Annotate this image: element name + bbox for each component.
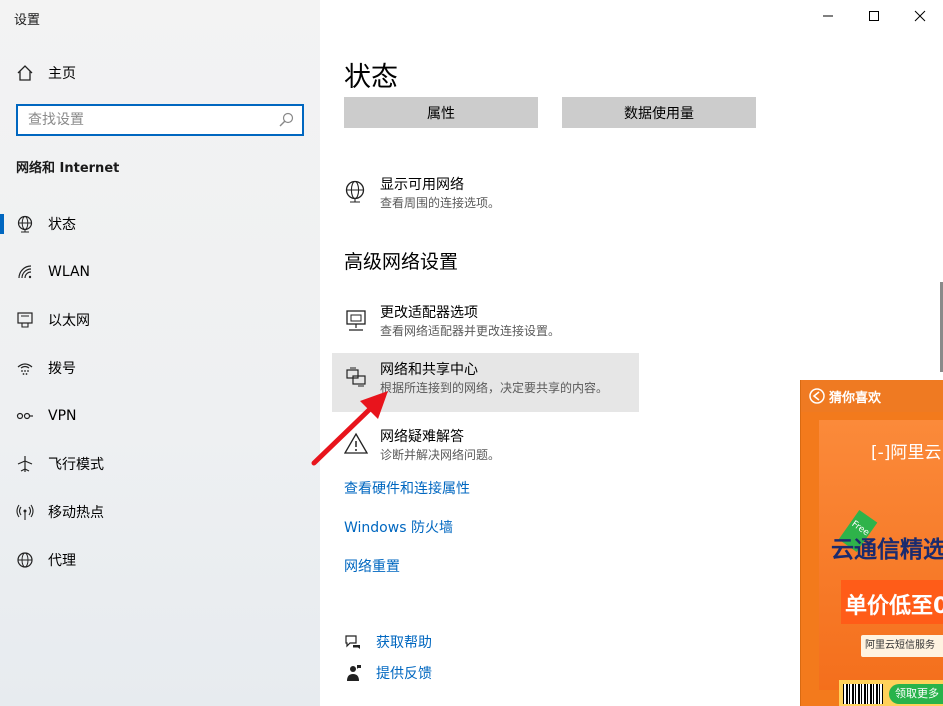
sidebar-nav: 状态 WLAN 以太网 拨号 VPN 飞行模式 移动热点 代理	[0, 200, 320, 584]
globe-network-icon	[345, 180, 365, 203]
red-arrow-annotation	[311, 391, 388, 466]
home-icon	[17, 65, 33, 81]
show-networks-item[interactable]: 显示可用网络 查看周围的连接选项。	[332, 168, 512, 220]
adapter-options-item[interactable]: 更改适配器选项 查看网络适配器并更改连接设置。	[332, 296, 572, 348]
troubleshoot-desc: 诊断并解决网络问题。	[380, 448, 501, 462]
ad-small-text: 阿里云短信服务	[861, 635, 943, 657]
app-title: 设置	[14, 13, 41, 28]
minimize-icon	[823, 15, 833, 17]
sidebar-item-label: 以太网	[48, 313, 90, 329]
wifi-icon	[18, 265, 32, 279]
sidebar-item-airplane-mode[interactable]: 飞行模式	[0, 440, 320, 488]
sidebar-item-label: 代理	[48, 553, 76, 569]
section-title: 网络和 Internet	[16, 161, 120, 176]
firewall-link[interactable]: Windows 防火墙	[344, 517, 453, 537]
close-icon	[914, 10, 926, 22]
feedback-link[interactable]: 提供反馈	[344, 663, 432, 683]
dialup-icon	[17, 363, 33, 375]
ethernet-icon	[17, 312, 33, 328]
ad-brand-logo: [-]阿里云	[871, 443, 942, 463]
search-box[interactable]	[16, 104, 304, 136]
sidebar-item-status[interactable]: 状态	[0, 200, 320, 248]
adapter-options-desc: 查看网络适配器并更改连接设置。	[380, 324, 561, 338]
show-networks-title: 显示可用网络	[380, 177, 464, 193]
sidebar: 设置 主页 网络和 Internet 状态	[0, 0, 320, 706]
maximize-icon	[869, 11, 879, 21]
sidebar-item-label: VPN	[48, 408, 77, 424]
search-icon[interactable]	[278, 112, 294, 128]
ad-price-banner: 单价低至0.032	[841, 580, 943, 624]
maximize-button[interactable]	[851, 0, 897, 32]
sidebar-item-label: WLAN	[48, 264, 91, 280]
sidebar-item-proxy[interactable]: 代理	[0, 536, 320, 584]
airplane-icon	[17, 456, 33, 472]
globe-icon	[17, 215, 33, 233]
sidebar-item-dialup[interactable]: 拨号	[0, 344, 320, 392]
get-help-link[interactable]: 获取帮助	[344, 632, 432, 652]
data-usage-button[interactable]: 数据使用量	[562, 97, 756, 128]
hardware-properties-link[interactable]: 查看硬件和连接属性	[344, 478, 470, 498]
sharing-center-desc: 根据所连接到的网络，决定要共享的内容。	[380, 381, 609, 395]
sidebar-item-ethernet[interactable]: 以太网	[0, 296, 320, 344]
feedback-icon	[347, 665, 361, 681]
sidebar-item-vpn[interactable]: VPN	[0, 392, 320, 440]
ad-header-label: 猜你喜欢	[829, 390, 882, 406]
close-button[interactable]	[897, 0, 943, 32]
get-help-label: 获取帮助	[376, 635, 432, 651]
sidebar-item-wlan[interactable]: WLAN	[0, 248, 320, 296]
ad-cta-button[interactable]: 领取更多	[889, 684, 943, 704]
barcode-icon	[843, 684, 883, 704]
home-nav-item[interactable]: 主页	[16, 62, 76, 84]
hotspot-icon	[16, 504, 34, 520]
vpn-icon	[16, 412, 33, 420]
home-label: 主页	[48, 66, 76, 82]
sidebar-item-label: 移动热点	[48, 505, 104, 521]
sharing-center-title: 网络和共享中心	[380, 362, 478, 378]
ad-brand-text: 阿里云	[890, 443, 942, 463]
window-controls	[805, 0, 943, 32]
proxy-globe-icon	[17, 552, 33, 568]
adapter-options-title: 更改适配器选项	[380, 305, 478, 321]
page-title: 状态	[344, 62, 398, 93]
advanced-heading: 高级网络设置	[344, 251, 459, 273]
minimize-button[interactable]	[805, 0, 851, 32]
ad-headline: 云通信精选	[831, 537, 943, 563]
help-chat-icon	[345, 635, 360, 649]
sidebar-item-label: 拨号	[48, 361, 76, 377]
feedback-label: 提供反馈	[376, 666, 432, 682]
ad-bottom-bar: 领取更多	[839, 680, 943, 706]
ad-popup[interactable]: 猜你喜欢 [-]阿里云 Free 云通信精选 单价低至0.032 阿里云短信服务…	[800, 380, 943, 706]
ad-header: 猜你喜欢	[801, 380, 943, 412]
active-indicator	[0, 214, 4, 234]
ad-price: 单价低至0.032	[845, 594, 943, 619]
search-input[interactable]	[18, 106, 278, 134]
sidebar-item-label: 飞行模式	[48, 457, 104, 473]
sidebar-item-mobile-hotspot[interactable]: 移动热点	[0, 488, 320, 536]
sidebar-item-label: 状态	[48, 217, 76, 233]
ad-arrow-icon	[809, 388, 825, 404]
adapter-icon	[346, 310, 366, 331]
troubleshoot-title: 网络疑难解答	[380, 429, 464, 445]
show-networks-desc: 查看周围的连接选项。	[380, 196, 501, 210]
network-reset-link[interactable]: 网络重置	[344, 556, 400, 576]
properties-button[interactable]: 属性	[344, 97, 538, 128]
